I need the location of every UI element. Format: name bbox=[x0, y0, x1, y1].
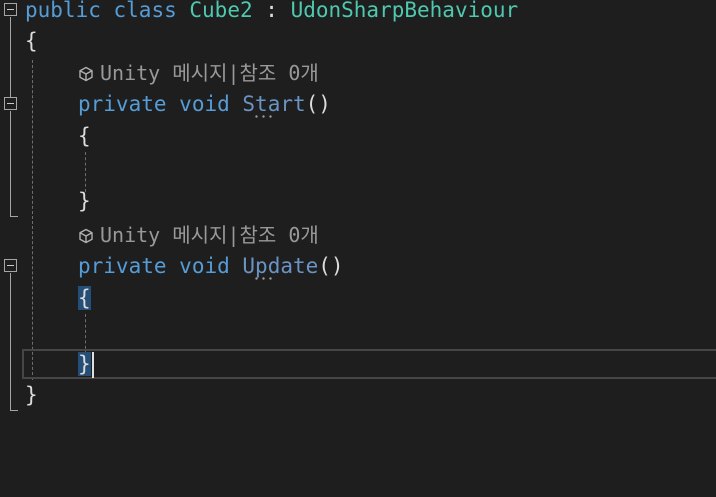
update-close-brace-highlighted: } bbox=[78, 352, 91, 376]
collapse-update-method-icon[interactable] bbox=[4, 259, 17, 272]
code-line-update-open-brace[interactable]: { bbox=[78, 282, 91, 314]
suggestion-dots-start[interactable] bbox=[253, 115, 275, 118]
code-line-update-close-brace[interactable]: } bbox=[78, 348, 91, 380]
codelens-update[interactable]: Unity 메시지|참조 0개 bbox=[78, 220, 319, 250]
outline-guide-class bbox=[10, 17, 11, 97]
codelens-separator: | bbox=[227, 223, 240, 247]
collapse-start-method-icon[interactable] bbox=[4, 97, 17, 110]
base-class-name[interactable]: UdonSharpBehaviour bbox=[291, 0, 519, 22]
code-line-start-close-brace[interactable]: } bbox=[78, 185, 91, 217]
keyword-public: public bbox=[25, 0, 101, 22]
keyword-class: class bbox=[113, 0, 177, 22]
codelens-references[interactable]: 참조 0개 bbox=[240, 61, 319, 85]
update-parens: () bbox=[318, 254, 344, 278]
outline-guide-class-3 bbox=[10, 273, 11, 411]
code-line-class-open-brace[interactable]: { bbox=[25, 25, 38, 57]
keyword-private: private bbox=[78, 92, 167, 116]
unity-cube-icon bbox=[79, 228, 93, 244]
class-open-brace: { bbox=[25, 29, 38, 53]
keyword-void: void bbox=[179, 254, 230, 278]
code-line-update-declaration[interactable]: private void Update() bbox=[78, 250, 344, 282]
codelens-unity-message[interactable]: Unity 메시지 bbox=[100, 61, 227, 85]
outline-guide-class-end bbox=[10, 410, 18, 411]
suggestion-dots-update[interactable] bbox=[253, 277, 275, 280]
class-name[interactable]: Cube2 bbox=[189, 0, 252, 22]
start-close-brace: } bbox=[78, 189, 91, 213]
method-name-start[interactable]: Start bbox=[242, 92, 305, 116]
collapse-class-icon[interactable] bbox=[4, 3, 17, 16]
colon: : bbox=[265, 0, 278, 22]
codelens-separator: | bbox=[227, 61, 240, 85]
unity-cube-icon bbox=[79, 66, 93, 82]
codelens-references[interactable]: 참조 0개 bbox=[240, 223, 319, 247]
indent-guide-class bbox=[32, 60, 33, 380]
start-parens: () bbox=[305, 92, 331, 116]
method-name-update[interactable]: Update bbox=[242, 254, 318, 278]
class-close-brace: } bbox=[25, 383, 38, 407]
outline-guide-class-2 bbox=[10, 111, 11, 217]
keyword-void: void bbox=[179, 92, 230, 116]
codelens-start[interactable]: Unity 메시지|참조 0개 bbox=[78, 58, 319, 88]
code-line-start-open-brace[interactable]: { bbox=[78, 120, 91, 152]
current-line-highlight bbox=[22, 349, 716, 379]
outline-guide-start-end bbox=[10, 216, 18, 217]
update-open-brace-highlighted: { bbox=[78, 286, 91, 310]
start-open-brace: { bbox=[78, 124, 91, 148]
codelens-unity-message[interactable]: Unity 메시지 bbox=[100, 223, 227, 247]
code-line-start-declaration[interactable]: private void Start() bbox=[78, 88, 331, 120]
keyword-private: private bbox=[78, 254, 167, 278]
code-line-class-declaration[interactable]: public class Cube2 : UdonSharpBehaviour bbox=[25, 0, 518, 26]
text-caret bbox=[92, 352, 94, 378]
code-line-class-close-brace[interactable]: } bbox=[25, 379, 38, 411]
